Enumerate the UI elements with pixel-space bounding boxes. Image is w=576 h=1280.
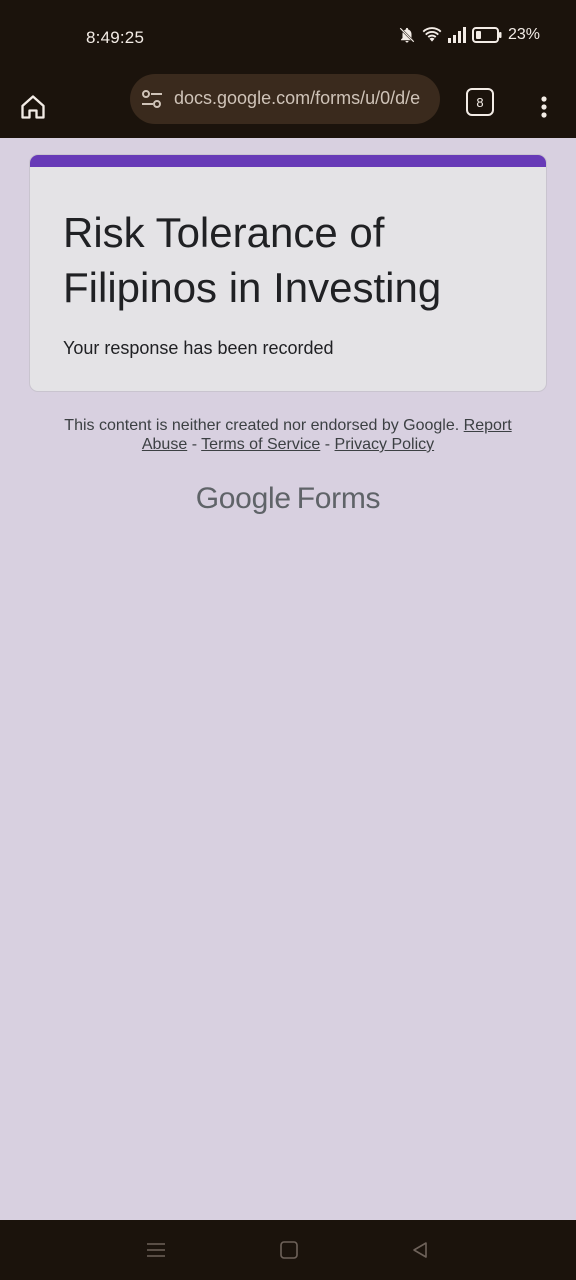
terms-of-service-link[interactable]: Terms of Service <box>201 436 320 453</box>
page-content: Risk Tolerance of Filipinos in Investing… <box>0 138 576 1220</box>
separator: - <box>191 436 198 453</box>
back-icon <box>413 1242 427 1258</box>
address-bar-pill[interactable]: docs.google.com/forms/u/0/d/e <box>130 74 440 124</box>
disclaimer-text: This content is neither created nor endo… <box>64 417 460 434</box>
more-menu-button[interactable] <box>530 84 558 130</box>
google-forms-logo[interactable]: Google Forms <box>0 482 576 516</box>
card-accent-bar <box>30 155 546 167</box>
home-icon <box>21 95 45 119</box>
footer-disclaimer: This content is neither created nor endo… <box>40 416 536 454</box>
status-time: 8:49:25 <box>86 28 145 47</box>
signal-icon <box>447 27 466 43</box>
home-button[interactable] <box>14 84 52 130</box>
tune-icon[interactable] <box>140 88 164 115</box>
brand-google: Google <box>195 482 291 515</box>
recents-icon <box>147 1243 165 1257</box>
form-header-card: Risk Tolerance of Filipinos in Investing… <box>29 154 547 392</box>
battery-percent: 23% <box>507 26 540 43</box>
url-text: docs.google.com/forms/u/0/d/e <box>174 88 421 108</box>
response-recorded-message: Your response has been recorded <box>63 338 334 358</box>
mute-bell-icon <box>398 26 416 44</box>
status-bar: 8:49:25 23% <box>0 0 576 76</box>
battery-icon <box>471 27 502 43</box>
home-square-icon <box>280 1241 298 1259</box>
brand-forms: Forms <box>296 482 381 515</box>
tab-switcher-button[interactable]: 8 <box>466 88 494 116</box>
recents-button[interactable] <box>144 1238 168 1262</box>
back-nav-button[interactable] <box>408 1238 432 1262</box>
more-vert-icon <box>541 96 547 118</box>
wifi-icon <box>422 26 442 44</box>
system-nav-bar <box>0 1220 576 1280</box>
privacy-policy-link[interactable]: Privacy Policy <box>335 436 435 453</box>
form-title: Risk Tolerance of Filipinos in Investing <box>63 209 442 311</box>
home-nav-button[interactable] <box>277 1238 301 1262</box>
status-icons: 23% <box>398 26 540 44</box>
separator: - <box>324 436 331 453</box>
